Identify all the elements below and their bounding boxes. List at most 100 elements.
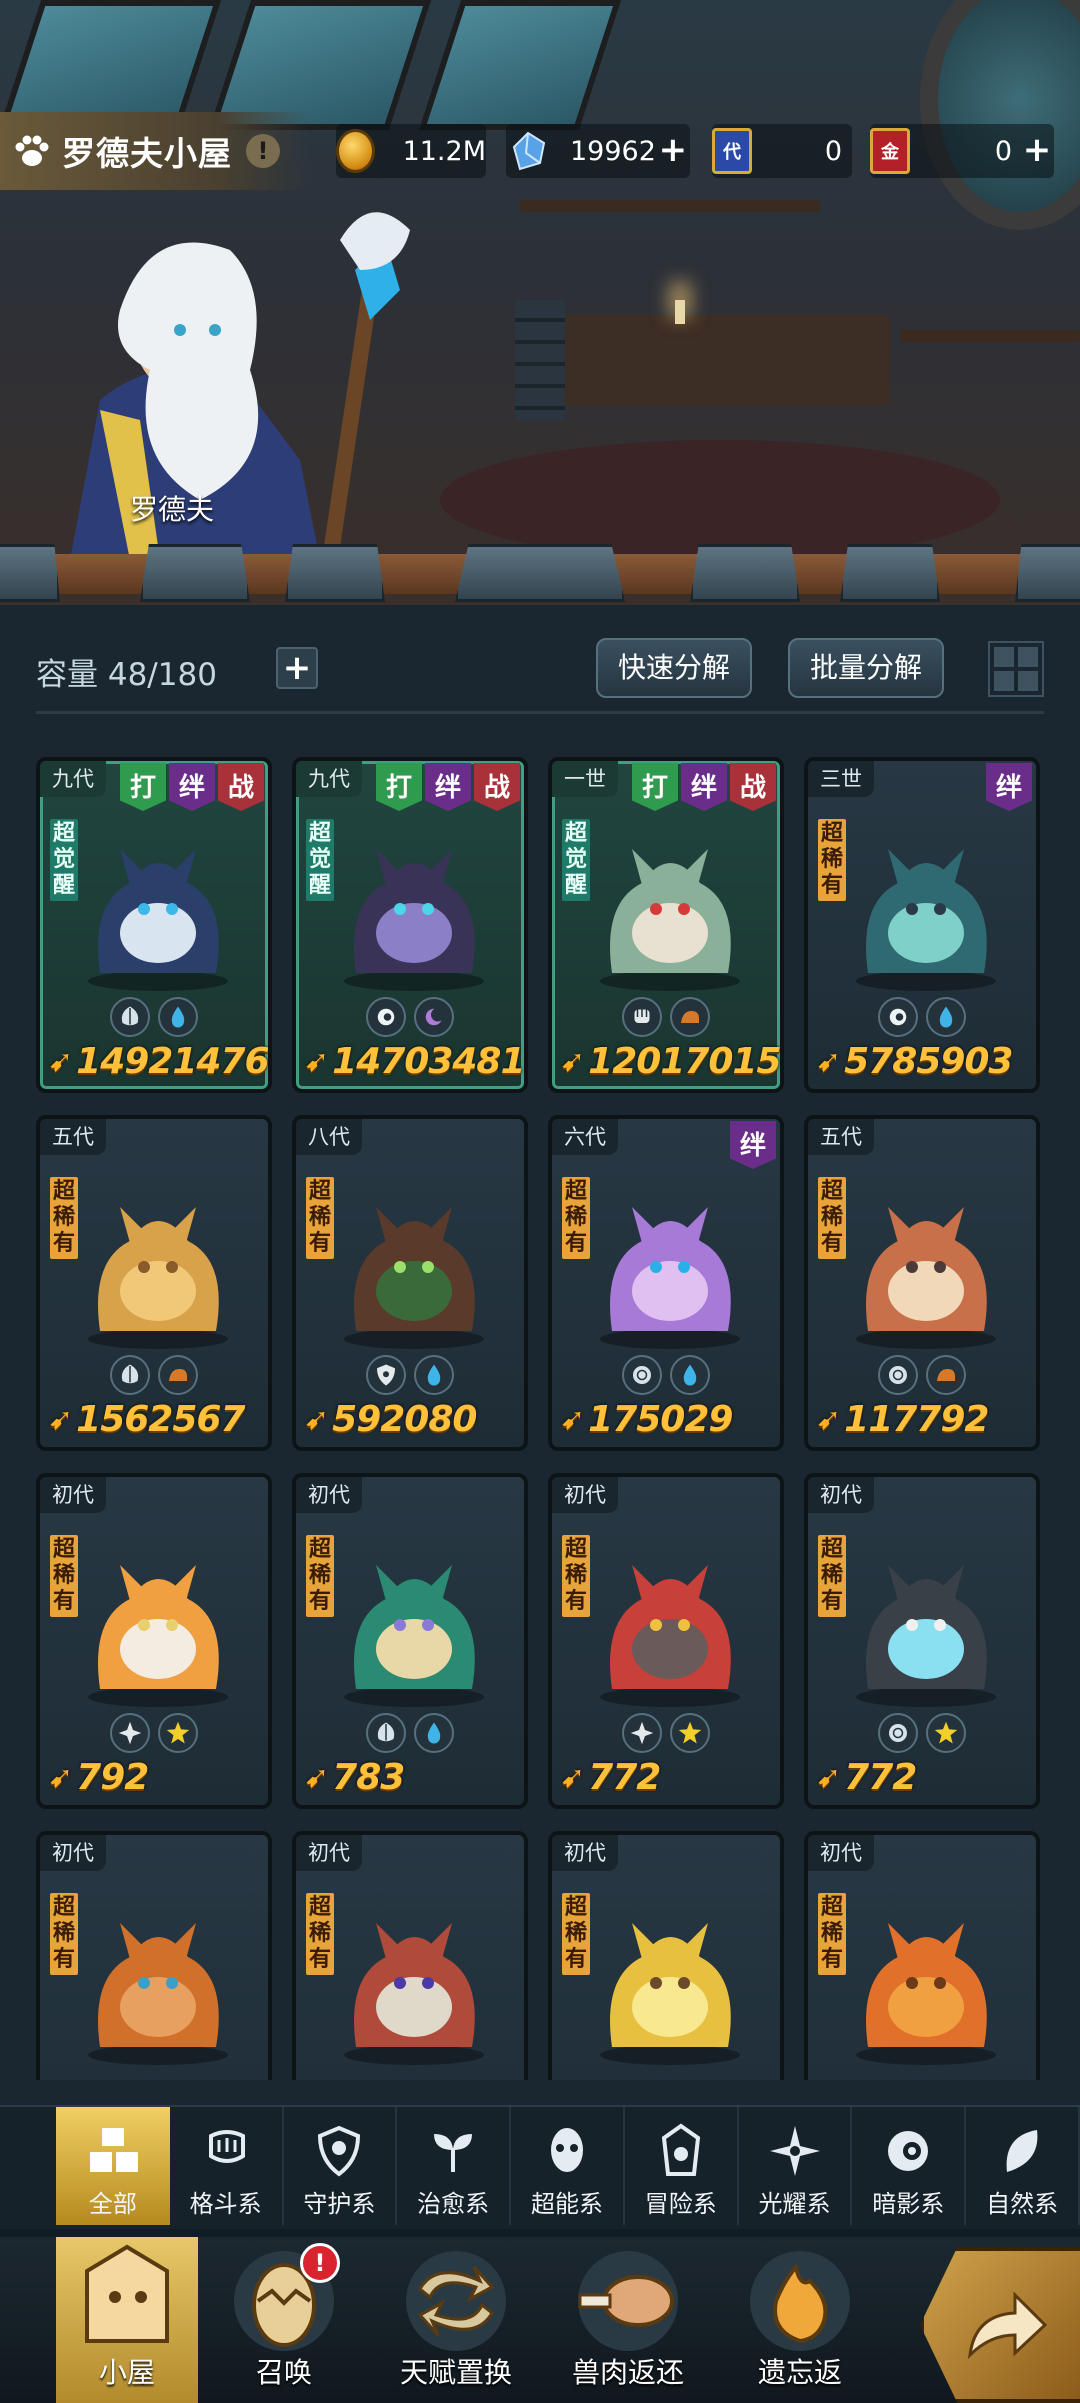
leaf-element-icon	[366, 1713, 406, 1753]
star-cross-icon	[769, 2126, 820, 2176]
pet-card[interactable]: 初代 超稀有	[548, 1831, 784, 2080]
pet-card[interactable]: 初代 超稀有	[36, 1831, 272, 2080]
stone-block	[1015, 544, 1080, 602]
rarity-badge: 超稀有	[50, 1535, 78, 1617]
pet-card[interactable]: 初代 超稀有 ➹ 792	[36, 1473, 272, 1809]
fist-element-icon	[622, 997, 662, 1037]
tag-bond: 绊	[169, 763, 215, 811]
category-tab-all[interactable]: 全部	[56, 2107, 170, 2225]
category-tab-eye[interactable]: 暗影系	[852, 2107, 967, 2225]
pet-portrait	[600, 1923, 740, 2065]
light-element-icon	[110, 1713, 150, 1753]
generation-label: 初代	[552, 1477, 618, 1513]
power-number: 14703481	[332, 1041, 525, 1082]
generation-label: 八代	[296, 1119, 362, 1155]
power-arrow-icon: ➹	[304, 1044, 329, 1079]
pet-portrait	[344, 1923, 484, 2065]
candle	[675, 300, 685, 324]
pet-card[interactable]: 六代 绊超稀有 ➹ 175029	[548, 1115, 784, 1451]
psychic-element-icon	[878, 1713, 918, 1753]
tag-bond: 绊	[986, 763, 1032, 811]
pet-card[interactable]: 初代 超稀有	[804, 1831, 1040, 2080]
eye-icon	[888, 2131, 929, 2171]
pet-portrait	[88, 849, 228, 991]
wizard-npc[interactable]	[40, 200, 440, 560]
power-value: ➹ 792	[48, 1757, 149, 1798]
npc-name-label: 罗德夫	[130, 493, 215, 526]
pet-card[interactable]: 五代 超稀有 ➹ 117792	[804, 1115, 1040, 1451]
power-value: ➹ 175029	[560, 1399, 733, 1440]
pet-card[interactable]: 九代打绊战超觉醒 ➹ 14921476	[36, 757, 272, 1093]
pet-portrait	[600, 849, 740, 991]
add-gems-button[interactable]: +	[656, 133, 690, 168]
power-number: 772	[844, 1757, 917, 1798]
expand-capacity-button[interactable]: +	[276, 647, 318, 689]
house-title-tab: 罗德夫小屋 !	[0, 112, 310, 190]
nav-label: 召唤	[255, 2356, 312, 2389]
element-icons	[40, 997, 268, 1037]
nav-house[interactable]: 小屋	[56, 2237, 198, 2403]
meat-icon	[578, 2251, 678, 2351]
info-icon[interactable]: !	[246, 134, 280, 168]
power-value: ➹ 772	[816, 1757, 917, 1798]
pet-card[interactable]: 初代 超稀有 ➹ 772	[804, 1473, 1040, 1809]
house-title: 罗德夫小屋	[62, 134, 232, 173]
pet-card[interactable]: 八代 超稀有 ➹ 592080	[292, 1115, 528, 1451]
quick-decompose-button[interactable]: 快速分解	[596, 638, 753, 698]
category-tab-lantern[interactable]: 冒险系	[625, 2107, 739, 2225]
generation-label: 初代	[552, 1835, 618, 1871]
rarity-badge: 超稀有	[818, 1535, 846, 1617]
gold-coin-icon	[336, 129, 375, 173]
gem-value: 19962	[570, 135, 656, 167]
rarity-badge: 超稀有	[562, 1177, 590, 1259]
category-tab-sprout[interactable]: 治愈系	[397, 2107, 512, 2225]
generation-ticket-icon: 代	[712, 128, 752, 174]
category-tab-psychic[interactable]: 超能系	[511, 2107, 625, 2225]
leaf-icon	[1006, 2130, 1038, 2172]
pet-card[interactable]: 五代 超稀有 ➹ 1562567	[36, 1115, 272, 1451]
pet-card[interactable]: 九代打绊战超觉醒 ➹ 14703481	[292, 757, 528, 1093]
pet-card[interactable]: 初代 超稀有	[292, 1831, 528, 2080]
element-icons	[808, 1713, 1036, 1753]
pet-card[interactable]: 三世 绊超稀有 ➹ 5785903	[804, 757, 1040, 1093]
category-tab-leaf[interactable]: 自然系	[966, 2107, 1080, 2225]
pet-tags: 绊	[730, 1121, 776, 1169]
category-tab-fist[interactable]: 格斗系	[170, 2107, 284, 2225]
attic-window	[418, 0, 622, 130]
pet-portrait	[600, 1207, 740, 1349]
element-icons	[808, 1355, 1036, 1395]
shield-element-icon	[366, 1355, 406, 1395]
pet-card[interactable]: 一世打绊战超觉醒 ➹ 12017015	[548, 757, 784, 1093]
nav-label: 小屋	[98, 2356, 155, 2389]
gold-ticket-counter: 金 0 +	[870, 124, 1054, 178]
rarity-badge: 超稀有	[562, 1535, 590, 1617]
power-number: 783	[332, 1757, 405, 1798]
power-value: ➹ 592080	[304, 1399, 477, 1440]
attic-window	[208, 0, 432, 130]
all-icon	[89, 2128, 138, 2172]
pet-portrait	[88, 1565, 228, 1707]
element-icons	[552, 1713, 780, 1753]
category-label: 治愈系	[417, 2190, 490, 2218]
nav-flame[interactable]: 遗忘返	[714, 2237, 886, 2403]
wall-shelf	[900, 330, 1080, 342]
nav-swap[interactable]: 天赋置换	[370, 2237, 542, 2403]
pet-portrait	[856, 1207, 996, 1349]
tag-war: 战	[474, 763, 520, 811]
category-tab-shield[interactable]: 守护系	[284, 2107, 398, 2225]
batch-decompose-button[interactable]: 批量分解	[788, 638, 945, 698]
nav-meat[interactable]: 兽肉返还	[542, 2237, 714, 2403]
category-label: 光耀系	[758, 2190, 831, 2218]
category-tab-star-cross[interactable]: 光耀系	[739, 2107, 853, 2225]
pet-portrait	[344, 1207, 484, 1349]
rarity-badge: 超稀有	[50, 1177, 78, 1259]
nav-label: 遗忘返	[757, 2356, 842, 2389]
power-number: 175029	[588, 1399, 733, 1440]
power-number: 1562567	[76, 1399, 245, 1440]
pet-card[interactable]: 初代 超稀有 ➹ 772	[548, 1473, 784, 1809]
nav-egg[interactable]: 召唤!	[198, 2237, 370, 2403]
grid-view-toggle-icon[interactable]	[988, 641, 1044, 697]
add-gold-ticket-button[interactable]: +	[1020, 133, 1054, 168]
power-arrow-icon: ➹	[816, 1760, 841, 1795]
pet-card[interactable]: 初代 超稀有 ➹ 783	[292, 1473, 528, 1809]
